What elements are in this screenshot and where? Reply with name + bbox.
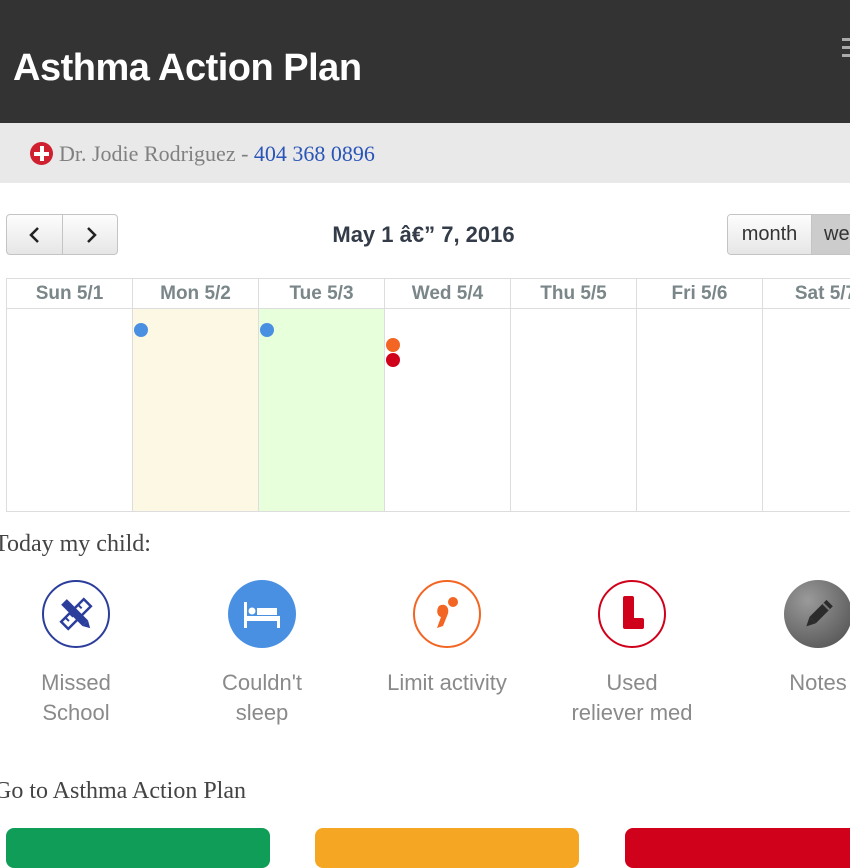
green-zone-button[interactable] bbox=[6, 828, 270, 868]
day-header: Fri 5/6 bbox=[637, 279, 762, 309]
day-cell[interactable] bbox=[637, 309, 762, 511]
calendar-title: May 1 â€” 7, 2016 bbox=[332, 222, 515, 247]
day-header: Wed 5/4 bbox=[385, 279, 510, 309]
day-cell[interactable] bbox=[259, 309, 384, 511]
month-view-button[interactable]: month bbox=[728, 215, 812, 254]
day-column[interactable]: Sun 5/1 bbox=[6, 278, 132, 512]
running-icon bbox=[413, 580, 481, 648]
event-dot[interactable] bbox=[386, 353, 400, 367]
plan-heading: Go to Asthma Action Plan bbox=[0, 778, 246, 804]
bed-icon bbox=[228, 580, 296, 648]
missed-school-label-1: Missed bbox=[41, 670, 111, 695]
limit-activity-button[interactable]: Limit activity bbox=[372, 580, 522, 698]
day-header: Mon 5/2 bbox=[133, 279, 258, 309]
day-column[interactable]: Tue 5/3 bbox=[258, 278, 384, 512]
couldnt-sleep-label-2: sleep bbox=[235, 700, 289, 725]
day-cell[interactable] bbox=[7, 309, 132, 511]
day-header: Sun 5/1 bbox=[7, 279, 132, 309]
notes-button[interactable]: Notes bbox=[743, 580, 850, 698]
day-cell[interactable] bbox=[385, 309, 510, 511]
missed-school-button[interactable]: Missed School bbox=[1, 580, 151, 728]
red-zone-button[interactable] bbox=[625, 828, 850, 868]
used-reliever-med-label-2: reliever med bbox=[571, 700, 693, 725]
today-heading: Today my child: bbox=[0, 531, 151, 557]
day-column[interactable]: Mon 5/2 bbox=[132, 278, 258, 512]
missed-school-label-2: School bbox=[42, 700, 110, 725]
ruler-pencil-icon bbox=[42, 580, 110, 648]
week-calendar: Sun 5/1 Mon 5/2 Tue 5/3 Wed 5/4 Thu 5/5 Fri 5… bbox=[6, 278, 850, 512]
event-dot[interactable] bbox=[134, 323, 148, 337]
menu-icon[interactable] bbox=[842, 38, 850, 64]
day-cell[interactable] bbox=[511, 309, 636, 511]
couldnt-sleep-button[interactable]: Couldn't sleep bbox=[187, 580, 337, 728]
used-reliever-med-button[interactable]: Used reliever med bbox=[557, 580, 707, 728]
event-dot[interactable] bbox=[386, 338, 400, 352]
day-column[interactable]: Fri 5/6 bbox=[636, 278, 762, 512]
used-reliever-med-label-1: Used bbox=[606, 670, 658, 695]
notes-label: Notes bbox=[789, 670, 847, 695]
couldnt-sleep-label-1: Couldn't bbox=[221, 670, 303, 695]
day-column[interactable]: Wed 5/4 bbox=[384, 278, 510, 512]
inhaler-icon bbox=[598, 580, 666, 648]
doctor-info: Dr. Jodie Rodriguez - 404 368 0896 bbox=[59, 140, 375, 168]
app-header: Asthma Action Plan bbox=[0, 0, 850, 123]
limit-activity-label: Limit activity bbox=[387, 670, 507, 695]
view-switcher: month we bbox=[727, 214, 850, 255]
day-header: Sat 5/7 bbox=[763, 279, 850, 309]
yellow-zone-button[interactable] bbox=[315, 828, 579, 868]
medical-cross-icon bbox=[30, 142, 53, 165]
doctor-phone-link[interactable]: 404 368 0896 bbox=[254, 141, 375, 166]
doctor-name: Dr. Jodie Rodriguez - bbox=[59, 141, 254, 166]
day-cell[interactable] bbox=[133, 309, 258, 511]
day-header: Tue 5/3 bbox=[259, 279, 384, 309]
pencil-icon bbox=[784, 580, 850, 648]
week-view-button[interactable]: we bbox=[812, 215, 850, 254]
day-cell[interactable] bbox=[763, 309, 850, 511]
day-column[interactable]: Thu 5/5 bbox=[510, 278, 636, 512]
day-column[interactable]: Sat 5/7 bbox=[762, 278, 850, 512]
app-title: Asthma Action Plan bbox=[13, 47, 362, 89]
day-header: Thu 5/5 bbox=[511, 279, 636, 309]
event-dot[interactable] bbox=[260, 323, 274, 337]
